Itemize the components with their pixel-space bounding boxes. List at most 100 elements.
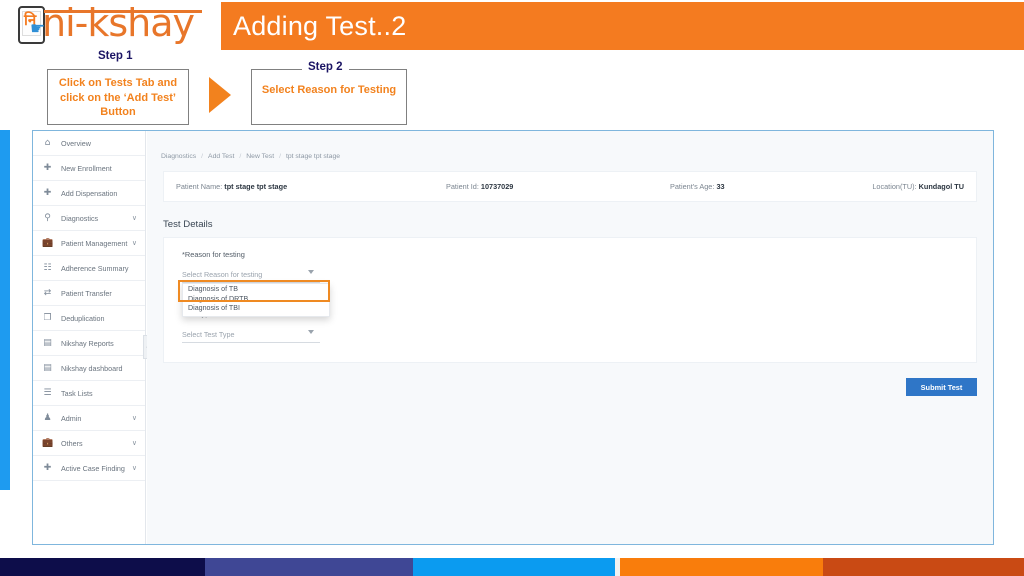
step-1-label: Step 1 — [92, 50, 139, 62]
left-accent-bar — [0, 130, 10, 490]
breadcrumb-separator: / — [239, 152, 242, 160]
chevron-down-icon[interactable]: ∨ — [132, 239, 137, 247]
sidebar-item-deduplication[interactable]: ❐ Deduplication — [33, 306, 145, 331]
sidebar-item-patient-transfer[interactable]: ⇄ Patient Transfer — [33, 281, 145, 306]
step-1-body: Click on Tests Tab and click on the ‘Add… — [58, 77, 178, 118]
plus-icon: ✚ — [43, 462, 52, 473]
reason-for-testing-select[interactable]: Select Reason for testing — [182, 266, 320, 283]
footer-segment-2 — [413, 558, 615, 576]
reason-for-testing-label: *Reason for testing — [182, 250, 245, 259]
sidebar-item-new-enrollment[interactable]: ✚ New Enrollment — [33, 156, 145, 181]
breadcrumb: Diagnostics / Add Test / New Test / tpt stage … — [161, 145, 979, 167]
page-title: Adding Test..2 — [233, 10, 407, 41]
breadcrumb-item-3: tpt stage tpt stage — [285, 152, 341, 160]
briefcase-icon: 💼 — [42, 437, 54, 448]
copy-icon: ❐ — [43, 312, 52, 323]
right-triangle-arrow-icon — [209, 77, 231, 113]
chevron-down-icon[interactable]: ∨ — [132, 214, 137, 222]
breadcrumb-separator: / — [279, 152, 281, 160]
sidebar-item-patient-management[interactable]: 💼 Patient Management ∨ — [33, 231, 145, 256]
sidebar-item-admin[interactable]: ♟ Admin ∨ — [33, 406, 145, 431]
logo-wordmark-text: ni-kshay — [42, 1, 195, 45]
document-icon: ▤ — [43, 337, 52, 348]
breadcrumb-item-0[interactable]: Diagnostics — [161, 153, 196, 160]
sidebar-item-label: Patient Transfer — [61, 288, 112, 298]
sidebar-item-label: Deduplication — [61, 313, 105, 323]
dropdown-option[interactable]: Diagnosis of TB — [183, 285, 329, 295]
patient-id-label: Patient Id: — [446, 182, 479, 191]
chevron-down-icon[interactable]: ∨ — [132, 464, 137, 472]
plus-icon: ✚ — [43, 162, 52, 173]
sidebar-item-overview[interactable]: ⌂ Overview — [33, 131, 145, 156]
microscope-icon: ⚲ — [44, 212, 51, 223]
test-type-select[interactable]: Select Test Type — [182, 326, 320, 343]
dropdown-option[interactable]: Diagnosis of DRTB — [183, 295, 329, 305]
submit-test-button[interactable]: Submit Test — [906, 378, 977, 396]
sidebar-item-task-lists[interactable]: ☰ Task Lists — [33, 381, 145, 406]
sidebar-item-label: Task Lists — [61, 388, 93, 398]
footer-color-bars — [0, 558, 1024, 576]
sidebar: ⌂ Overview ✚ New Enrollment ✚ Add Dispensatio… — [33, 131, 146, 544]
sidebar-item-others[interactable]: 💼 Others ∨ — [33, 431, 145, 456]
home-icon: ⌂ — [44, 137, 51, 148]
chevron-down-icon — [308, 270, 314, 274]
sidebar-item-label: Others — [61, 438, 83, 448]
test-type-value: Select Test Type — [182, 329, 235, 339]
calendar-icon: ☷ — [43, 262, 52, 273]
chevron-down-icon — [308, 330, 314, 334]
patient-name-label: Patient Name: — [176, 182, 223, 191]
dropdown-option[interactable]: Diagnosis of TBI — [183, 304, 329, 314]
sidebar-item-label: New Enrollment — [61, 163, 112, 173]
patient-age-field: Patient's Age: 33 — [670, 182, 725, 191]
footer-segment-4 — [620, 558, 823, 576]
sidebar-item-label: Adherence Summary — [61, 263, 129, 273]
section-title: Test Details — [163, 219, 213, 230]
nikshay-logo: नि ☛ ni-kshay — [14, 1, 214, 48]
footer-segment-1 — [205, 558, 413, 576]
patient-location-field: Location(TU): Kundagol TU — [872, 182, 964, 191]
sidebar-item-active-case-finding[interactable]: ✚ Active Case Finding ∨ — [33, 456, 145, 481]
reason-dropdown-list[interactable]: Diagnosis of TB Diagnosis of DRTB Diagnosi… — [182, 283, 330, 317]
patient-summary-bar: Patient Name: tpt stage tpt stage Patien… — [163, 171, 977, 202]
breadcrumb-item-1[interactable]: Add Test — [208, 153, 234, 160]
patient-location-label: Location(TU): — [872, 182, 917, 191]
breadcrumb-item-2[interactable]: New Test — [246, 153, 274, 160]
sidebar-item-nikshay-dashboard[interactable]: ▤ Nikshay dashboard — [33, 356, 145, 381]
sidebar-item-label: Add Dispensation — [61, 188, 118, 198]
sidebar-item-label: Patient Management — [61, 238, 128, 248]
slide-title-bar: Adding Test..2 — [221, 2, 1024, 50]
transfer-arrows-icon: ⇄ — [43, 287, 52, 298]
step-2-body: Select Reason for Testing — [261, 84, 397, 96]
logo-overbar — [44, 10, 202, 13]
sidebar-item-add-dispensation[interactable]: ✚ Add Dispensation — [33, 181, 145, 206]
sidebar-item-label: Nikshay Reports — [61, 338, 114, 348]
plus-icon: ✚ — [43, 187, 52, 198]
sidebar-item-adherence-summary[interactable]: ☷ Adherence Summary — [33, 256, 145, 281]
sidebar-item-label: Active Case Finding — [61, 463, 125, 473]
briefcase-icon: 💼 — [42, 237, 54, 248]
sidebar-item-label: Nikshay dashboard — [61, 363, 123, 373]
sidebar-item-label: Diagnostics — [61, 213, 99, 223]
sidebar-item-nikshay-reports[interactable]: ▤ Nikshay Reports — [33, 331, 145, 356]
patient-name-field: Patient Name: tpt stage tpt stage — [176, 182, 287, 191]
logo-wordmark: ni-kshay — [42, 1, 202, 45]
sidebar-item-label: Overview — [61, 138, 91, 148]
test-details-panel: *Reason for testing Select Reason for te… — [163, 237, 977, 363]
list-icon: ☰ — [43, 387, 52, 398]
chevron-down-icon[interactable]: ∨ — [132, 439, 137, 447]
slide-root: नि ☛ ni-kshay Adding Test..2 Step 1 Clic… — [0, 0, 1024, 576]
chevron-down-icon[interactable]: ∨ — [132, 414, 137, 422]
patient-location-value: Kundagol TU — [918, 182, 964, 191]
document-icon: ▤ — [43, 362, 52, 373]
step-2-label: Step 2 — [302, 61, 349, 73]
patient-id-value: 10737029 — [480, 182, 514, 191]
patient-name-value: tpt stage tpt stage — [224, 182, 288, 191]
app-window: ⌂ Overview ✚ New Enrollment ✚ Add Dispensatio… — [32, 130, 994, 545]
sidebar-item-label: Admin — [61, 413, 82, 423]
reason-for-testing-value: Select Reason for testing — [182, 269, 263, 279]
patient-id-field: Patient Id: 10737029 — [446, 182, 513, 191]
breadcrumb-separator: / — [201, 152, 204, 160]
main-content: Diagnostics / Add Test / New Test / tpt stage … — [147, 131, 993, 544]
sidebar-item-diagnostics[interactable]: ⚲ Diagnostics ∨ — [33, 206, 145, 231]
footer-segment-0 — [0, 558, 205, 576]
